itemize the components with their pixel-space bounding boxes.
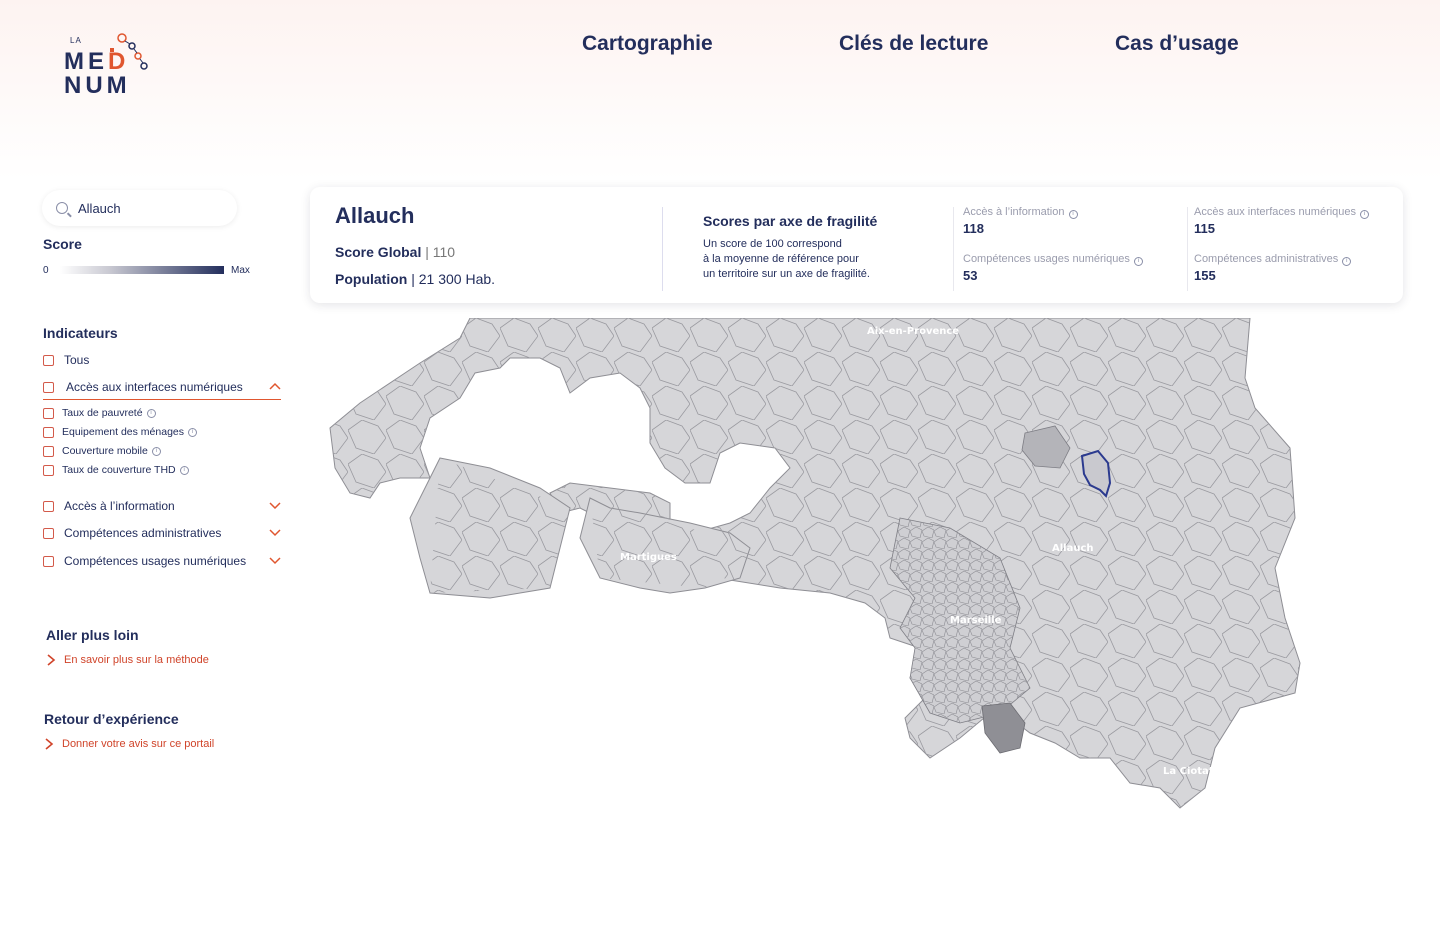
map-svg[interactable]: Aix-en-Provence Martigues Allauch Marsei… (310, 317, 1403, 833)
axes-title: Scores par axe de fragilité (703, 213, 878, 229)
group-competences-administratives[interactable]: Compétences administratives (43, 526, 221, 540)
info-icon[interactable]: i (1342, 257, 1352, 266)
checkbox[interactable] (43, 354, 54, 366)
map-label-martigues: Martigues (620, 552, 677, 563)
group-acces-interfaces[interactable]: Accès aux interfaces numériques (43, 380, 243, 394)
card-divider (662, 207, 663, 291)
info-icon[interactable]: i (151, 446, 161, 456)
territory-info-card: Allauch Score Global | 110 Population | … (310, 187, 1403, 303)
map-label-aix: Aix-en-Provence (867, 326, 959, 337)
checkbox-tous[interactable]: Tous (43, 353, 89, 367)
map-label-la-ciotat: La Ciotat (1163, 766, 1214, 777)
logo-la: LA (70, 36, 82, 45)
chevron-down-icon[interactable] (269, 502, 281, 510)
chevron-up-icon[interactable] (269, 382, 281, 390)
score-title: Score (43, 236, 82, 252)
checkbox-label: Taux de couverture THD (62, 464, 176, 476)
checkbox[interactable] (43, 445, 54, 457)
feedback-link[interactable]: Donner votre avis sur ce portail (44, 738, 214, 750)
group-competences-usages[interactable]: Compétences usages numériques (43, 554, 246, 568)
metric-competences-usages: Compétences usages numériques i 53 (963, 253, 1173, 283)
search-box (42, 190, 237, 226)
territory-map[interactable]: Aix-en-Provence Martigues Allauch Marsei… (310, 317, 1403, 833)
checkbox-couverture-thd[interactable]: Taux de couverture THD i (43, 464, 189, 476)
chevron-down-icon[interactable] (269, 529, 281, 537)
score-gradient-legend (60, 266, 224, 274)
checkbox[interactable] (43, 527, 54, 539)
checkbox-label: Couverture mobile (62, 445, 148, 457)
chevron-right-icon (45, 738, 54, 750)
checkbox[interactable] (43, 500, 54, 512)
group-label: Compétences usages numériques (64, 554, 247, 568)
info-icon[interactable]: i (179, 465, 189, 475)
group-label: Accès aux interfaces numériques (66, 380, 243, 394)
map-label-allauch: Allauch (1052, 543, 1094, 554)
group-label: Compétences administratives (64, 526, 222, 540)
more-title: Aller plus loin (46, 627, 139, 643)
territory-name: Allauch (335, 203, 415, 228)
feedback-link-text: Donner votre avis sur ce portail (62, 738, 215, 750)
checkbox-equipement-menages[interactable]: Equipement des ménages i (43, 426, 197, 438)
score-max-label: Max (231, 265, 250, 276)
checkbox-couverture-mobile[interactable]: Couverture mobile i (43, 445, 161, 457)
nav-cartographie[interactable]: Cartographie (582, 32, 713, 56)
metric-competences-administratives: Compétences administratives i 155 (1194, 253, 1404, 283)
checkbox[interactable] (43, 464, 54, 476)
group-label: Accès à l’information (64, 499, 175, 513)
methode-link[interactable]: En savoir plus sur la méthode (46, 654, 209, 666)
checkbox[interactable] (43, 381, 54, 393)
search-input[interactable] (78, 200, 218, 216)
score-min-label: 0 (43, 265, 49, 276)
logo-text-2: NUM (64, 72, 131, 99)
metric-acces-interfaces: Accès aux interfaces numériques i 115 (1194, 206, 1404, 236)
feedback-title: Retour d’expérience (44, 711, 179, 727)
metric-divider (953, 207, 954, 291)
indicators-title: Indicateurs (43, 325, 118, 341)
logo[interactable]: LA MED NUM (62, 30, 162, 100)
info-icon[interactable]: i (1360, 210, 1370, 219)
checkbox-label: Taux de pauvreté (62, 407, 143, 419)
checkbox-taux-pauvrete[interactable]: Taux de pauvreté i (43, 407, 156, 419)
nav-cles-de-lecture[interactable]: Clés de lecture (839, 32, 988, 56)
checkbox[interactable] (43, 407, 54, 419)
population: Population | 21 300 Hab. (335, 271, 496, 287)
axes-description: Un score de 100 correspond à la moyenne … (703, 238, 870, 280)
group-acces-information[interactable]: Accès à l’information (43, 499, 175, 513)
map-communes-grid (330, 318, 1300, 808)
checkbox[interactable] (43, 426, 54, 438)
info-icon[interactable]: i (188, 427, 197, 437)
score-global: Score Global | 110 (335, 244, 456, 260)
nav-cas-usage[interactable]: Cas d’usage (1115, 32, 1239, 56)
group-divider (43, 399, 281, 400)
metric-acces-information: Accès à l’information i 118 (963, 206, 1173, 236)
checkbox[interactable] (43, 555, 54, 567)
map-label-marseille: Marseille (950, 615, 1002, 626)
checkbox-label: Tous (64, 353, 90, 367)
chevron-down-icon[interactable] (269, 557, 281, 565)
chevron-right-icon (47, 654, 56, 666)
info-icon[interactable]: i (1133, 257, 1143, 266)
info-icon[interactable]: i (146, 408, 156, 418)
metric-divider (1187, 207, 1188, 291)
search-icon (56, 202, 68, 214)
checkbox-label: Equipement des ménages (62, 426, 184, 438)
info-icon[interactable]: i (1068, 210, 1078, 219)
methode-link-text: En savoir plus sur la méthode (64, 654, 209, 666)
